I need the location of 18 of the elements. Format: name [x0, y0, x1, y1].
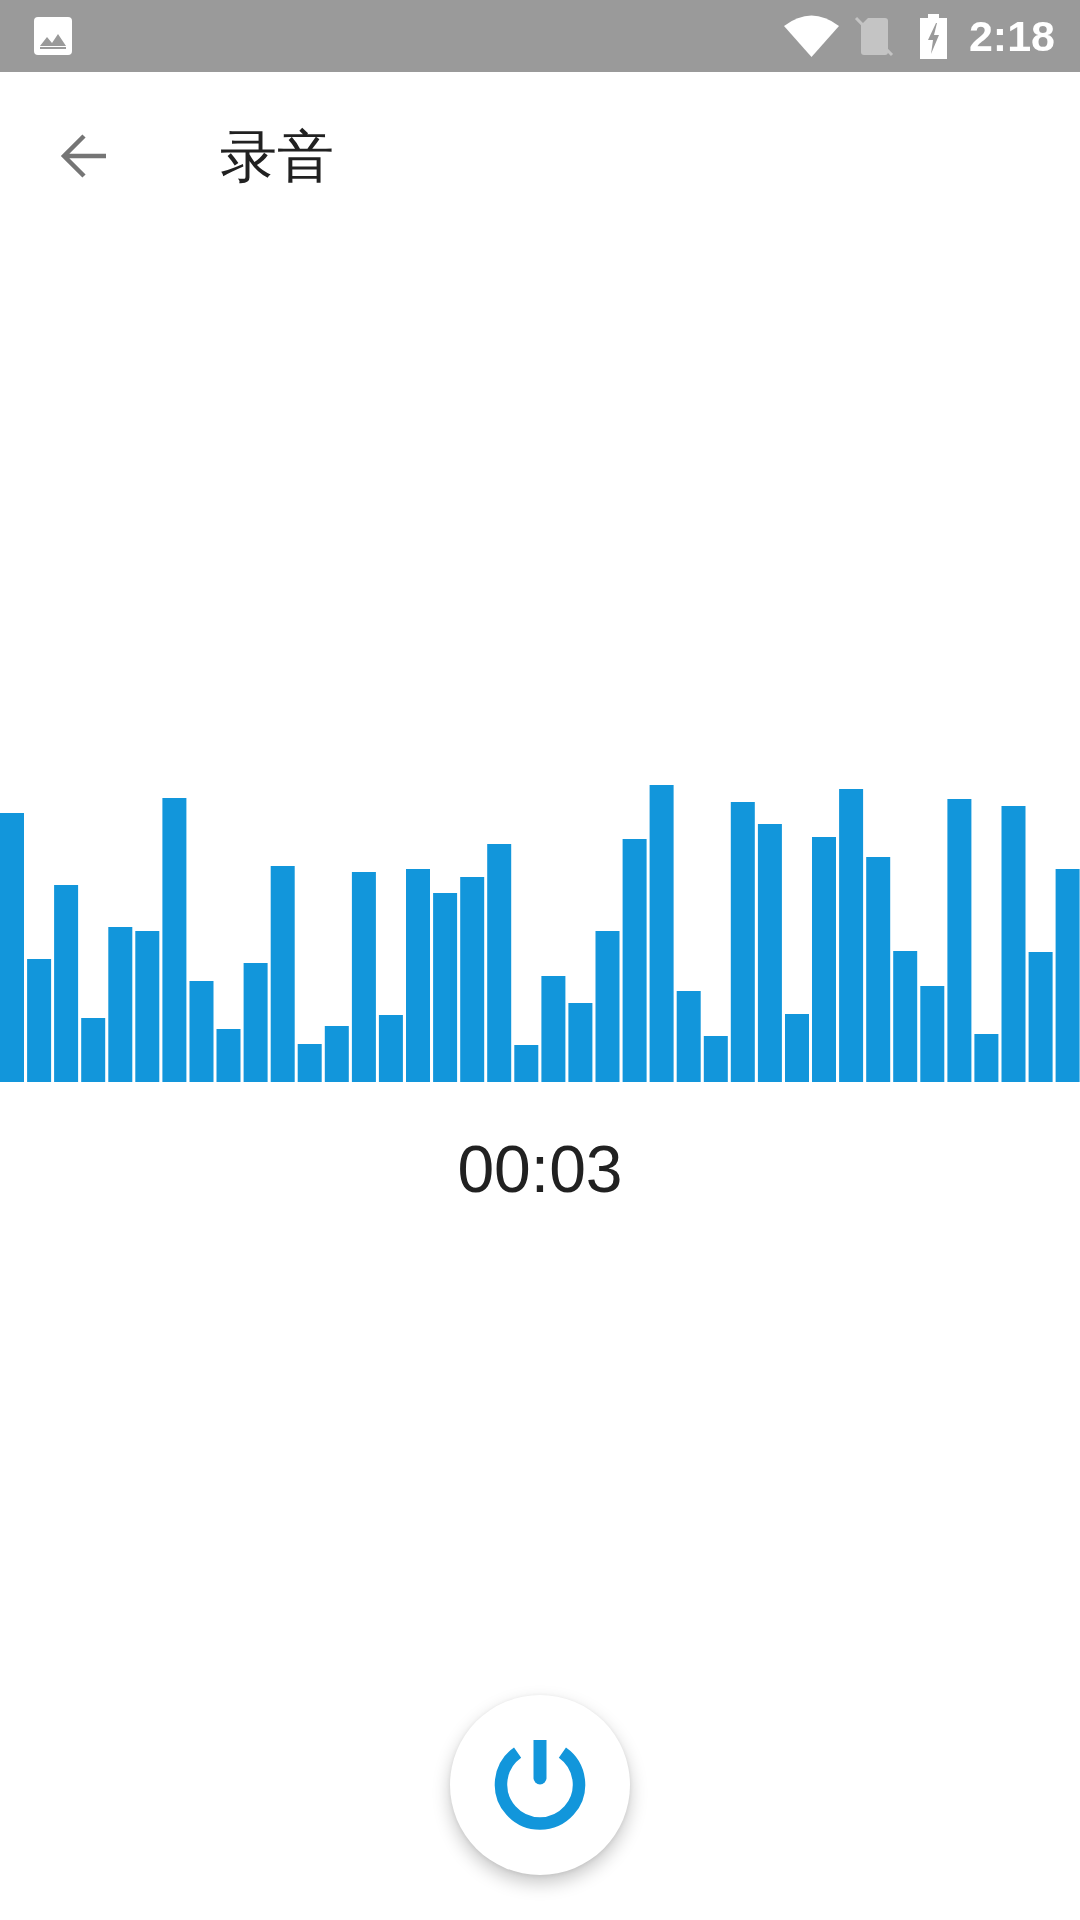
waveform-bar — [378, 1015, 403, 1082]
battery-charging-icon — [919, 13, 947, 59]
waveform-bar — [785, 1014, 809, 1082]
waveform-bar — [216, 1029, 241, 1082]
power-icon — [494, 1739, 586, 1831]
image-icon — [34, 17, 72, 55]
waveform-bar — [974, 1034, 999, 1082]
waveform-bar — [514, 1045, 539, 1082]
screen-title: 录音 — [220, 127, 334, 185]
waveform-bar — [297, 1044, 322, 1082]
back-arrow-icon[interactable] — [60, 132, 108, 180]
waveform-bar — [703, 1036, 728, 1082]
wifi-icon — [783, 15, 839, 57]
waveform-bar — [81, 1018, 106, 1082]
waveform-bar — [324, 1026, 349, 1082]
no-sim-icon — [853, 15, 894, 57]
elapsed-time: 00:03 — [457, 1136, 623, 1202]
clock-time: 2:18 — [968, 14, 1055, 58]
